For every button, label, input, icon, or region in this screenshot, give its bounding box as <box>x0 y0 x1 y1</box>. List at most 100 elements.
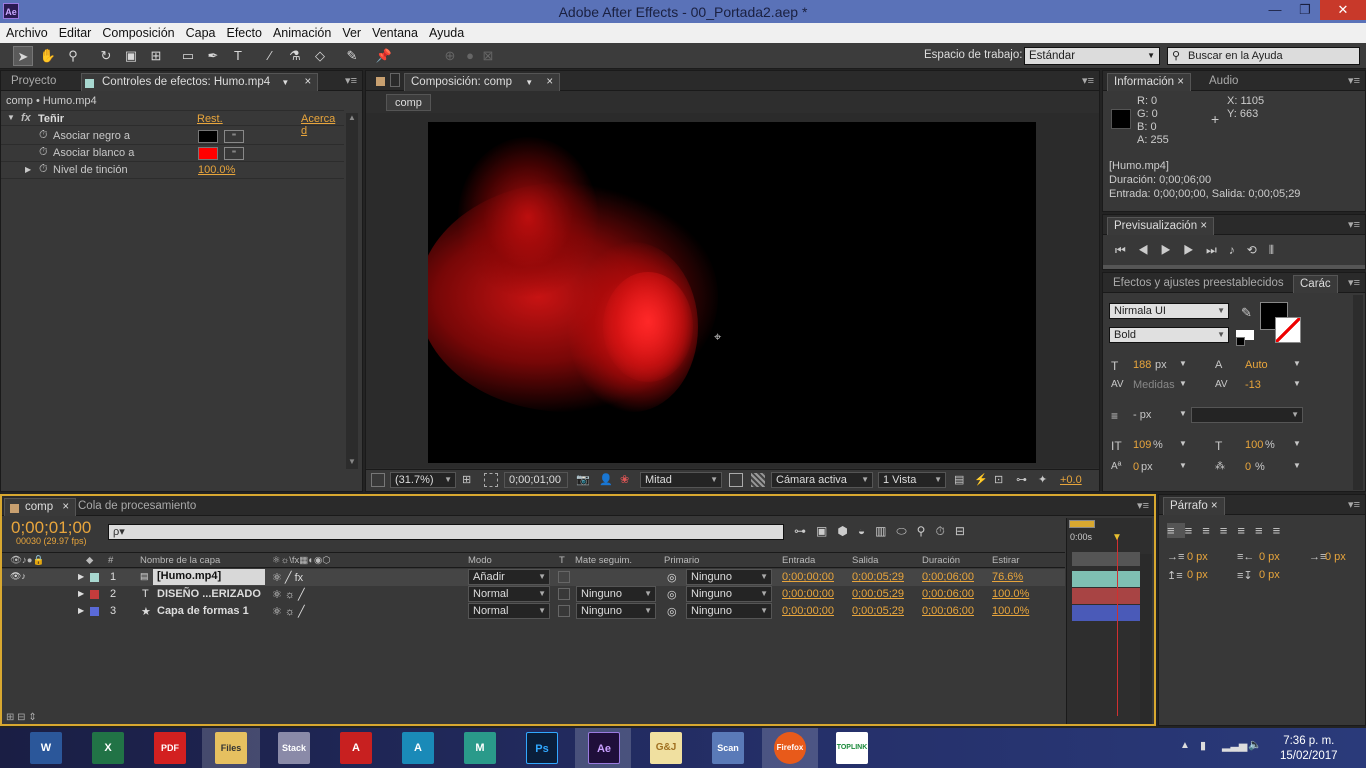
rotate-tool-icon[interactable]: ↻ <box>96 46 116 66</box>
col-parent[interactable]: Primario <box>664 555 699 566</box>
reset-link[interactable]: Rest. <box>197 113 223 125</box>
acrobat-icon[interactable]: PDF <box>154 732 186 764</box>
stroke-width-value[interactable]: - px <box>1133 409 1151 421</box>
panel-menu-icon[interactable]: ▾≡ <box>1082 74 1094 87</box>
chevron-down-icon[interactable]: ▼ <box>1179 439 1187 448</box>
network-icon[interactable]: ▂▃▅ <box>1222 739 1247 752</box>
in-point[interactable]: 0;00;00;00 <box>782 588 834 600</box>
chevron-down-icon[interactable]: ▼ <box>281 78 289 87</box>
stack-app-icon[interactable]: Stack <box>278 732 310 764</box>
stroke-color-swatch[interactable] <box>1275 317 1301 343</box>
menu-composicion[interactable]: Composición <box>96 23 179 40</box>
layer-switches-icon[interactable]: ⚛ ☼ ╱ <box>272 588 305 601</box>
panel-menu-icon[interactable]: ▾≡ <box>345 74 357 87</box>
excel-icon[interactable]: X <box>92 732 124 764</box>
shy-layers-icon[interactable]: ⬢ <box>837 524 857 538</box>
comp-mini-flowchart-icon[interactable]: ⊶ <box>794 524 816 538</box>
autocad-c3d-icon[interactable]: A <box>402 732 434 764</box>
camera-select[interactable]: Cámara activa <box>771 472 873 488</box>
duration[interactable]: 0;00;06;00 <box>922 571 974 583</box>
loop-icon[interactable]: ⟲ <box>1247 243 1269 257</box>
preserve-transparency-checkbox[interactable] <box>558 571 570 583</box>
auto-keyframe-icon[interactable]: ⏱ <box>935 524 954 538</box>
chevron-down-icon[interactable]: ▼ <box>1293 379 1301 388</box>
always-preview-icon[interactable] <box>371 473 385 487</box>
menu-editar[interactable]: Editar <box>53 23 97 40</box>
layer-duration-bar[interactable] <box>1072 588 1140 604</box>
tracking-value[interactable]: -13 <box>1245 379 1261 391</box>
layer-label-swatch[interactable] <box>90 573 99 582</box>
chevron-down-icon[interactable]: ▼ <box>1293 461 1301 470</box>
close-icon[interactable]: × <box>1211 500 1218 512</box>
tab-composition[interactable]: Composición: comp ▼ × <box>404 73 561 91</box>
first-line-indent-value[interactable]: 0 px <box>1325 551 1346 563</box>
parent-select[interactable]: Ninguno <box>686 603 772 619</box>
play-icon[interactable]: ▶ <box>1161 243 1184 257</box>
panel-menu-icon[interactable]: ▾≡ <box>1348 218 1360 231</box>
justify-right-icon[interactable]: ≡ <box>1255 523 1273 538</box>
black-swatch[interactable] <box>1236 337 1245 346</box>
stroke-type-select[interactable] <box>1191 407 1303 423</box>
work-area-bar[interactable] <box>1069 520 1095 528</box>
fx-icon[interactable]: fx <box>21 112 31 124</box>
zoom-select[interactable]: (31.7%) <box>390 472 456 488</box>
chevron-down-icon[interactable]: ▼ <box>1179 379 1187 388</box>
comp-navigator-chip[interactable]: comp <box>386 94 431 111</box>
effect-header-row[interactable]: ▼ fx Teñir Rest. Acerca d <box>1 110 344 137</box>
comp-canvas[interactable]: ⌖ <box>428 122 1036 463</box>
views-select[interactable]: 1 Vista <box>878 472 946 488</box>
track-matte-select[interactable]: Ninguno <box>576 586 656 602</box>
clock[interactable]: 7:36 p. m. 15/02/2017 <box>1280 734 1338 764</box>
ram-preview-icon[interactable]: ⫴ <box>1269 243 1286 257</box>
text-tool-icon[interactable]: T <box>228 46 248 66</box>
3ds-max-icon[interactable]: M <box>464 732 496 764</box>
vertical-scale-value[interactable]: 109 <box>1133 439 1151 451</box>
live-update-icon[interactable]: ⊟ <box>955 524 975 538</box>
pen-tool-icon[interactable]: ✒ <box>203 46 223 66</box>
draft-3d-icon[interactable]: ▣ <box>816 524 837 538</box>
panel-menu-icon[interactable]: ▾≡ <box>1348 276 1360 289</box>
tint-value[interactable]: 100.0% <box>198 164 235 176</box>
leading-value[interactable]: Auto <box>1245 359 1268 371</box>
col-out[interactable]: Salida <box>852 555 878 566</box>
view-axis-icon[interactable]: ⊠ <box>478 46 498 66</box>
channels-icon[interactable]: ❀ <box>620 473 629 486</box>
first-frame-icon[interactable]: ⏮ <box>1115 243 1138 257</box>
menu-animacion[interactable]: Animación <box>267 23 336 40</box>
transparency-grid-icon[interactable] <box>751 473 765 487</box>
layer-duration-bar[interactable] <box>1072 605 1140 621</box>
time-graph[interactable]: 0:00s ▼ <box>1066 518 1152 724</box>
track-matte-select[interactable]: Ninguno <box>576 603 656 619</box>
after-effects-icon[interactable]: Ae <box>588 732 620 764</box>
blend-mode-select[interactable]: Añadir <box>468 569 550 585</box>
timeline-icon[interactable]: ⊡ <box>994 473 1003 486</box>
layer-label-swatch[interactable] <box>90 607 99 616</box>
chevron-down-icon[interactable]: ▼ <box>1179 409 1187 418</box>
layer-row[interactable]: ▶ 3 ★ Capa de formas 1 ⚛ ☼ ╱ Normal Ning… <box>2 603 1065 620</box>
clone-stamp-tool-icon[interactable]: ⚗ <box>285 46 305 66</box>
in-point[interactable]: 0;00;00;00 <box>782 571 834 583</box>
camera-tool-icon[interactable]: ▣ <box>121 46 141 66</box>
scrollbar[interactable] <box>1353 295 1363 490</box>
comp-viewer[interactable]: ⌖ <box>366 113 1099 468</box>
font-family-select[interactable]: Nirmala UI <box>1109 303 1229 319</box>
scanner-icon[interactable]: Scan <box>712 732 744 764</box>
region-of-interest-icon[interactable] <box>729 473 743 487</box>
chevron-down-icon[interactable]: ▼ <box>525 78 533 87</box>
close-icon[interactable]: × <box>304 76 311 88</box>
layer-switches-icon[interactable]: ⚛ ╱ fx <box>272 571 303 584</box>
volume-icon[interactable]: 🔈 <box>1248 738 1262 751</box>
justify-all-icon[interactable]: ≡ <box>1273 523 1291 538</box>
close-icon[interactable]: × <box>62 501 69 513</box>
photoshop-icon[interactable]: Ps <box>526 732 558 764</box>
scrollbar[interactable]: ▲ ▼ <box>346 113 358 469</box>
file-explorer-icon[interactable]: Files <box>215 732 247 764</box>
chevron-down-icon[interactable]: ▼ <box>1179 359 1187 368</box>
layer-name[interactable]: Capa de formas 1 <box>157 605 249 617</box>
menu-efecto[interactable]: Efecto <box>221 23 267 40</box>
font-size-value[interactable]: 188 <box>1133 359 1151 371</box>
out-point[interactable]: 0;00;05;29 <box>852 571 904 583</box>
menu-ayuda[interactable]: Ayuda <box>423 23 469 40</box>
lock-view-icon[interactable] <box>390 73 400 87</box>
layer-duration-bar[interactable] <box>1072 571 1140 587</box>
